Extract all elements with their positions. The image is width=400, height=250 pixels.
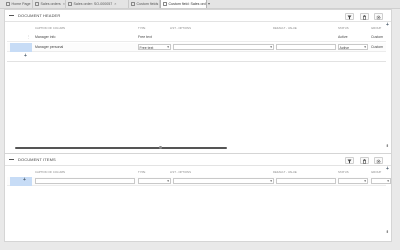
tab-sales-orders[interactable]: Sales orders ×	[33, 0, 66, 8]
row-selector[interactable]: +	[10, 177, 32, 186]
panel-header: DOCUMENT HEADER	[5, 10, 391, 22]
column-status: STATUS	[338, 26, 349, 30]
chevron-down-icon: ▾	[270, 179, 272, 183]
column-default-value: DEFAULT - VALUE	[273, 170, 297, 174]
column-group: GROUP	[371, 26, 382, 30]
tab-scroll-icon[interactable]: ▾	[208, 0, 210, 8]
cart-icon	[68, 2, 72, 6]
collapse-icon[interactable]	[9, 15, 14, 17]
table-row[interactable]: ⋮ Manager info Free text Active Custom	[7, 33, 386, 42]
tab-bar: Home Page Sales orders × Sales order: SO-…	[0, 0, 400, 9]
column-caption: CAPTION OF COLUMN	[35, 26, 65, 30]
row-selector[interactable]	[10, 43, 32, 52]
add-column-icon[interactable]: +	[386, 22, 389, 28]
new-item-row[interactable]: + ▾ ▾ ▾ ▾	[7, 177, 391, 186]
home-icon	[6, 2, 10, 6]
chevron-down-icon: ▾	[167, 45, 169, 49]
field-caption[interactable]: Manager personal	[35, 45, 63, 49]
tab-label: Custom field: Sales ord	[168, 2, 206, 6]
resize-icon[interactable]: ⇟	[386, 229, 389, 234]
header-fields-grid: CAPTION OF COLUMN TYPE LIST - OPTIONS DE…	[7, 22, 389, 83]
add-row-icon[interactable]: +	[23, 177, 26, 183]
tab-home-page[interactable]: Home Page	[0, 0, 33, 8]
status-dropdown[interactable]: Active ▾	[338, 44, 368, 50]
field-type: Free text	[139, 45, 154, 50]
type-dropdown[interactable]: Free text ▾	[138, 44, 171, 50]
default-value-input[interactable]	[276, 178, 336, 184]
close-icon[interactable]: ×	[114, 2, 116, 6]
column-caption: CAPTION OF COLUMN	[35, 170, 65, 174]
list-options-dropdown[interactable]: ▾	[173, 178, 274, 184]
filter-button[interactable]	[345, 157, 354, 164]
gear-icon	[376, 159, 381, 163]
resize-icon[interactable]: ⇟	[386, 143, 389, 148]
chevron-down-icon: ▾	[270, 45, 272, 49]
caption-input[interactable]	[35, 178, 135, 184]
column-list-options: LIST - OPTIONS	[170, 170, 191, 174]
add-row[interactable]: +	[7, 53, 386, 62]
type-dropdown[interactable]: ▾	[138, 178, 171, 184]
field-status: Active	[339, 45, 350, 50]
items-fields-grid: CAPTION OF COLUMN TYPE LIST - OPTIONS DE…	[7, 166, 391, 197]
collapse-icon[interactable]	[9, 159, 14, 161]
settings-button[interactable]	[374, 157, 383, 164]
chevron-down-icon: ▾	[364, 179, 366, 183]
column-type: TYPE	[138, 26, 146, 30]
field-group[interactable]: Custom	[371, 35, 383, 39]
list-icon	[35, 2, 39, 6]
table-row[interactable]: Manager personal Free text ▾ ▾ Active ▾ …	[7, 43, 386, 52]
tab-label: Sales order: SO-000057	[73, 2, 113, 6]
column-type: TYPE	[138, 170, 146, 174]
panel-title: DOCUMENT HEADER	[18, 13, 61, 18]
column-default-value: DEFAULT - VALUE	[273, 26, 297, 30]
delete-button[interactable]	[360, 157, 369, 164]
field-caption[interactable]: Manager info	[35, 35, 55, 39]
chevron-down-icon: ▾	[387, 179, 389, 183]
gear-icon	[376, 15, 381, 19]
chevron-down-icon: ▾	[364, 45, 366, 49]
tab-label: Custom fields	[136, 2, 159, 6]
fields-icon	[163, 2, 167, 6]
chevron-down-icon: ▾	[167, 179, 169, 183]
list-options-dropdown[interactable]: ▾	[173, 44, 274, 50]
filter-icon	[347, 159, 352, 163]
panel-header: DOCUMENT ITEMS	[5, 154, 391, 166]
document-header-panel: DOCUMENT HEADER CAPTION OF COLUMN TYPE L…	[4, 9, 392, 154]
drag-handle-icon[interactable]: ⋮	[27, 35, 31, 39]
column-group: GROUP	[371, 170, 382, 174]
trash-icon	[363, 158, 366, 164]
column-list-options: LIST - OPTIONS	[170, 26, 191, 30]
scrollbar-handle[interactable]	[159, 146, 162, 149]
tab-label: Home Page	[11, 2, 31, 6]
document-items-panel: DOCUMENT ITEMS CAPTION OF COLUMN TYPE LI…	[4, 153, 392, 242]
tab-label: Sales orders	[40, 2, 61, 6]
settings-button[interactable]	[374, 13, 383, 20]
field-group[interactable]: Custom	[371, 45, 383, 49]
default-value-input[interactable]	[276, 44, 336, 50]
delete-button[interactable]	[360, 13, 369, 20]
filter-button[interactable]	[345, 13, 354, 20]
group-dropdown[interactable]: ▾	[371, 178, 391, 184]
add-row-icon[interactable]: +	[24, 53, 27, 59]
status-dropdown[interactable]: ▾	[338, 178, 368, 184]
fields-icon	[131, 2, 135, 6]
trash-icon	[363, 14, 366, 20]
horizontal-scrollbar[interactable]	[15, 147, 227, 149]
field-status[interactable]: Active	[338, 35, 348, 39]
column-status: STATUS	[338, 170, 349, 174]
add-column-icon[interactable]: +	[386, 166, 389, 172]
filter-icon	[347, 15, 352, 19]
tab-custom-fields[interactable]: Custom fields×	[129, 0, 160, 8]
tab-sales-order-detail[interactable]: Sales order: SO-000057 ×	[66, 0, 129, 8]
panel-title: DOCUMENT ITEMS	[18, 157, 56, 162]
close-icon[interactable]: ×	[63, 2, 65, 6]
field-type[interactable]: Free text	[138, 35, 152, 39]
tab-custom-field-sales-order[interactable]: Custom field: Sales ord×	[160, 0, 207, 8]
